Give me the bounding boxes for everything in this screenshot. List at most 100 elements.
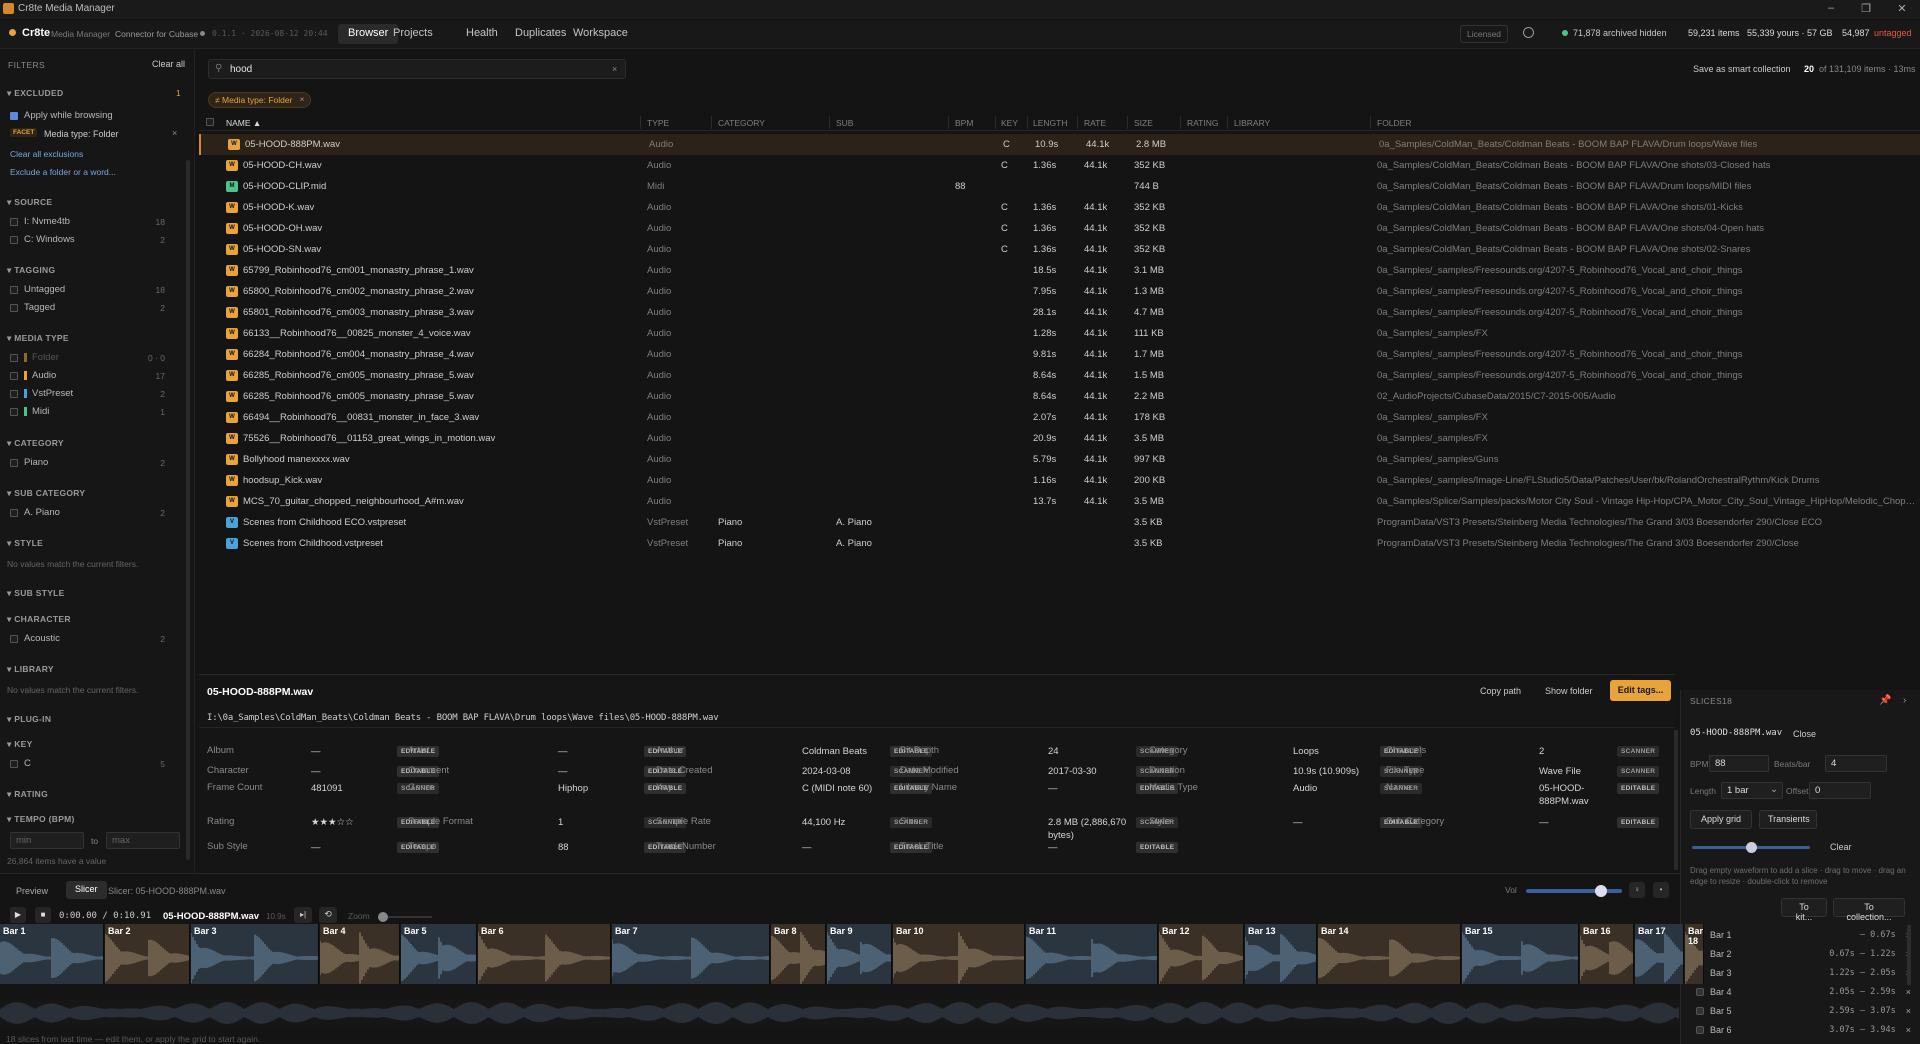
pin-icon[interactable]: 📌 [1879,695,1891,706]
filter-source-0[interactable]: I: Nvme4tb 18 [10,216,165,227]
clear-search-icon[interactable]: × [612,64,617,74]
overview-strip[interactable] [0,999,1680,1027]
column-header-1[interactable]: Type [647,118,669,128]
exclusion-chip[interactable]: ≠ Media type: Folder × [208,92,312,108]
section-sub_style[interactable]: ▾ SUB STYLE [7,588,65,599]
file-path[interactable]: I:\0a_Samples\ColdMan_Beats\Coldman Beat… [207,713,719,723]
field-value[interactable]: — [1293,816,1303,829]
field-value[interactable]: Hiphop [558,782,588,795]
filter-character-0[interactable]: Acoustic 2 [10,633,165,644]
field-value[interactable]: 10.9s (10.909s) [1293,765,1359,778]
clear-all-button[interactable]: Clear all [152,59,185,69]
slice-row[interactable]: Bar 4 2.05s — 2.59s × [1696,987,1911,997]
filter-tagging-0[interactable]: Untagged 18 [10,284,165,295]
transients-button[interactable]: Transients [1759,810,1817,829]
table-row[interactable]: W 05-HOOD-OH.wav Audio C 1.36s 44.1k 352 KB 0a_… [199,218,1920,239]
column-divider[interactable] [1027,116,1028,129]
threshold-slider-thumb[interactable] [1745,842,1757,853]
table-row[interactable]: W MCS_70_guitar_chopped_neighbourhood_A#m… [199,491,1920,512]
zoom-slider[interactable] [377,912,432,922]
slice-bar[interactable]: Bar 15 [1462,924,1579,984]
search-box[interactable]: ⚲ hood × [208,59,626,79]
field-value[interactable]: Audio [1293,782,1317,795]
slice-bar[interactable]: Bar 7 [612,924,770,984]
table-row[interactable]: M 05-HOOD-CLIP.mid Midi 88 744 B 0a_Samples/C… [199,176,1920,197]
tab-projects[interactable]: Projects [383,24,443,44]
checkbox[interactable] [10,235,18,244]
slices-close-button[interactable]: Close [1793,729,1816,739]
offset-input[interactable]: 0 [1809,782,1871,799]
field-value[interactable]: 05-HOOD-888PM.wav [1539,782,1619,808]
field-value[interactable]: — [558,745,568,758]
close-window-icon[interactable]: ✕ [1895,2,1909,15]
table-row[interactable]: W 65800_Robinhood76_cm002_monastry_phrase… [199,281,1920,302]
checkbox[interactable] [10,285,18,294]
field-value[interactable]: Loops [1293,745,1319,758]
field-value[interactable]: 88 [558,841,569,854]
sidebar-scrollbar[interactable] [186,160,190,860]
remove-slice-icon[interactable]: × [1906,1025,1911,1035]
checkbox[interactable] [10,759,18,768]
column-header-8[interactable]: Size [1134,118,1153,128]
search-input[interactable]: hood [230,64,252,75]
tempo-max-input[interactable]: max [106,832,180,849]
column-header-10[interactable]: Library [1234,118,1270,128]
select-all-checkbox[interactable] [206,118,214,126]
table-row[interactable]: W 75526__Robinhood76__01153_great_wings_i… [199,428,1920,449]
field-value[interactable]: Coldman Beats [802,745,867,758]
tab-preview[interactable]: Preview [16,886,48,896]
column-header-3[interactable]: Sub [836,118,853,128]
column-divider[interactable] [995,116,996,129]
column-divider[interactable] [829,116,830,129]
column-divider[interactable] [711,116,712,129]
slice-bar[interactable]: Bar 4 [320,924,400,984]
field-value[interactable]: 44,100 Hz [802,816,845,829]
table-row[interactable]: W 05-HOOD-K.wav Audio C 1.36s 44.1k 352 KB 0a_S… [199,197,1920,218]
slice-bar[interactable]: Bar 5 [401,924,477,984]
section-key[interactable]: ▾ KEY [7,739,33,750]
column-divider[interactable] [1370,116,1371,129]
apply-grid-button[interactable]: Apply grid [1690,810,1752,829]
field-value[interactable]: Wave File [1539,765,1581,778]
clear-slices-button[interactable]: Clear [1830,842,1852,852]
minimize-icon[interactable]: – [1824,2,1838,14]
volume-slider-thumb[interactable] [1594,885,1607,897]
slice-row[interactable]: Bar 1— 0.67s× [1696,930,1911,940]
remove-slice-icon[interactable]: × [1906,987,1911,997]
field-value[interactable]: C (MIDI note 60) [802,782,872,795]
tempo-min-input[interactable]: min [10,832,84,849]
checkbox[interactable] [10,407,18,416]
filter-key-0[interactable]: C5 [10,758,165,769]
table-row[interactable]: W 66285_Robinhood76_cm005_monastry_phrase… [199,386,1920,407]
section-excluded[interactable]: ▾ EXCLUDED [7,88,63,99]
slice-bar[interactable]: Bar 13 [1245,924,1317,984]
section-source[interactable]: ▾ SOURCE [7,197,52,208]
field-value[interactable]: — [311,745,321,758]
show-folder-button[interactable]: Show folder [1545,686,1593,696]
archived-hidden[interactable]: 71,878 archived hidden [1573,28,1667,38]
section-rating[interactable]: ▾ RATING [7,789,48,800]
collapse-panel-icon[interactable]: › [1903,695,1906,706]
section-style[interactable]: ▾ STYLE [7,538,43,549]
slice-bar[interactable]: Bar 2 [105,924,190,984]
tab-health[interactable]: Health [456,24,508,44]
field-value[interactable]: — [558,765,568,778]
skip-to-end-icon[interactable]: ▸| [294,907,312,923]
column-divider[interactable] [1180,116,1181,129]
more-icon[interactable]: • [1653,882,1669,898]
field-value[interactable]: 24 [1048,745,1059,758]
clear-exclusions-link[interactable]: Clear all exclusions [10,149,83,159]
section-media_type[interactable]: ▾ MEDIA TYPE [7,333,69,344]
slice-bar[interactable]: Bar 6 [478,924,611,984]
table-row[interactable]: W 05-HOOD-888PM.wav Audio C 10.9s 44.1k 2.8 MB… [199,134,1920,155]
column-header-9[interactable]: Rating [1187,118,1218,128]
play-icon[interactable]: ▶ [10,907,26,923]
beats-per-bar-input[interactable]: 4 [1825,755,1887,772]
table-row[interactable]: W 65801_Robinhood76_cm003_monastry_phrase… [199,302,1920,323]
field-value[interactable]: 481091 [311,782,343,795]
table-row[interactable]: W 66133__Robinhood76__00825_monster_4_voi… [199,323,1920,344]
table-row[interactable]: W 65799_Robinhood76_cm001_monastry_phrase… [199,260,1920,281]
filter-source-1[interactable]: C: Windows 2 [10,234,165,245]
field-value[interactable]: — [311,841,321,854]
field-value[interactable]: 2017-03-30 [1048,765,1097,778]
